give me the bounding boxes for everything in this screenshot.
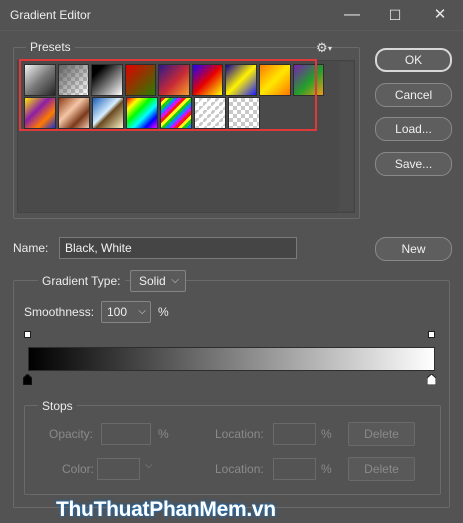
opacity-input[interactable] — [101, 423, 151, 445]
cancel-button[interactable]: Cancel — [375, 83, 452, 107]
opacity-location-unit: % — [321, 427, 332, 441]
gradient-type-select[interactable]: Solid ⌵ — [130, 270, 186, 292]
smoothness-input[interactable]: 100 ⌵ — [101, 301, 151, 323]
load-button[interactable]: Load... — [375, 117, 452, 141]
minimize-icon[interactable]: — — [338, 4, 366, 26]
opacity-label: Opacity: — [49, 427, 94, 441]
watermark-logo: ThuThuatPhanMem.vn — [56, 498, 276, 522]
maximize-icon[interactable]: ☐ — [381, 4, 409, 26]
stops-label: Stops — [38, 399, 77, 413]
opacity-unit: % — [158, 427, 169, 441]
presets-scrollbar[interactable] — [339, 62, 353, 211]
presets-highlight-box — [19, 59, 317, 131]
gear-icon[interactable]: ⚙ — [316, 40, 328, 56]
name-input[interactable]: Black, White — [59, 237, 297, 259]
opacity-stop-right[interactable] — [428, 331, 435, 338]
stops-group — [24, 405, 441, 495]
opacity-location-input[interactable] — [273, 423, 316, 445]
opacity-location-label: Location: — [215, 427, 264, 441]
smoothness-value: 100 — [107, 305, 128, 319]
save-button[interactable]: Save... — [375, 152, 452, 176]
gradient-type-value: Solid — [139, 274, 166, 288]
opacity-stop-left[interactable] — [24, 331, 31, 338]
gear-menu-chevron-icon[interactable]: ▾ — [328, 44, 332, 53]
watermark-text: ThuThuatPhanMem.vn — [56, 498, 276, 521]
name-label: Name: — [13, 241, 49, 255]
chevron-down-icon: ⌵ — [171, 275, 179, 286]
gradient-type-label: Gradient Type: — [38, 274, 125, 288]
color-location-label: Location: — [215, 462, 264, 476]
opacity-delete-button[interactable]: Delete — [348, 422, 415, 446]
color-swatch[interactable] — [97, 458, 140, 480]
color-label: Color: — [62, 462, 95, 476]
close-icon[interactable]: ✕ — [426, 4, 454, 26]
ok-button[interactable]: OK — [375, 48, 452, 72]
chevron-down-icon[interactable]: ⌵ — [145, 460, 153, 471]
smoothness-label: Smoothness: — [24, 305, 95, 319]
window-title: Gradient Editor — [10, 8, 91, 22]
color-stop-left[interactable] — [23, 374, 32, 385]
chevron-down-icon: ⌵ — [138, 306, 146, 317]
new-button[interactable]: New — [375, 237, 452, 261]
color-location-input[interactable] — [273, 458, 316, 480]
presets-label: Presets — [26, 40, 75, 54]
smoothness-unit: % — [158, 305, 169, 319]
color-stop-right[interactable] — [427, 374, 436, 385]
color-location-unit: % — [321, 462, 332, 476]
gradient-preview-bar[interactable] — [28, 347, 435, 371]
color-delete-button[interactable]: Delete — [348, 457, 415, 481]
